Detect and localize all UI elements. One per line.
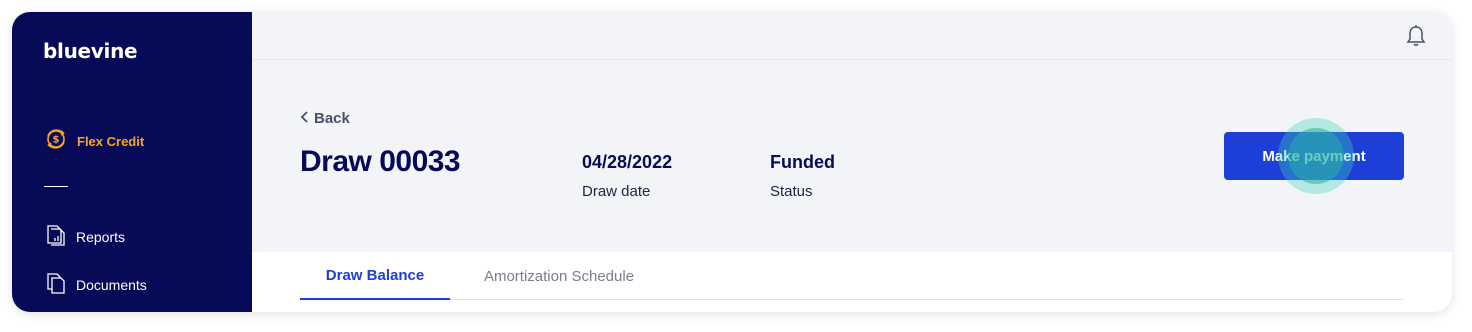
report-chart-icon xyxy=(46,224,66,251)
draw-date-value: 04/28/2022 xyxy=(582,152,673,172)
sidebar-item-label: Flex Credit xyxy=(77,133,145,149)
page-title: Draw 00033 xyxy=(300,145,461,178)
sidebar-item-documents[interactable]: Documents xyxy=(46,272,147,298)
documents-icon xyxy=(46,272,66,299)
tab-draw-balance[interactable]: Draw Balance xyxy=(300,252,450,300)
svg-text:$: $ xyxy=(53,134,60,145)
content-panel: Draw Balance Amortization Schedule xyxy=(252,252,1452,312)
sidebar-item-label: Reports xyxy=(76,229,126,245)
make-payment-button[interactable]: Make payment xyxy=(1224,132,1404,180)
draw-date-label: Draw date xyxy=(582,183,651,200)
app-window: bluevine $ Flex Credit Reports Documents… xyxy=(12,12,1452,312)
sidebar-divider xyxy=(44,186,68,187)
status-value: Funded xyxy=(770,152,835,172)
tab-bar: Draw Balance Amortization Schedule xyxy=(300,252,1404,300)
back-label: Back xyxy=(314,110,350,127)
dollar-cycle-icon: $ xyxy=(44,127,68,156)
chevron-left-icon xyxy=(300,110,310,127)
top-bar xyxy=(252,12,1452,60)
sidebar-item-label: Documents xyxy=(76,277,147,293)
tab-amortization-schedule[interactable]: Amortization Schedule xyxy=(450,252,668,300)
sidebar-item-reports[interactable]: Reports xyxy=(46,224,125,250)
sidebar: bluevine $ Flex Credit Reports Documents xyxy=(12,12,252,312)
status-block: Funded Status xyxy=(770,152,835,200)
status-label: Status xyxy=(770,183,813,200)
bluevine-logo: bluevine xyxy=(43,39,138,63)
bell-icon[interactable] xyxy=(1406,24,1426,53)
back-link[interactable]: Back xyxy=(300,110,350,127)
draw-date-block: 04/28/2022 Draw date xyxy=(582,152,672,200)
sidebar-item-flex-credit[interactable]: $ Flex Credit xyxy=(44,128,144,154)
